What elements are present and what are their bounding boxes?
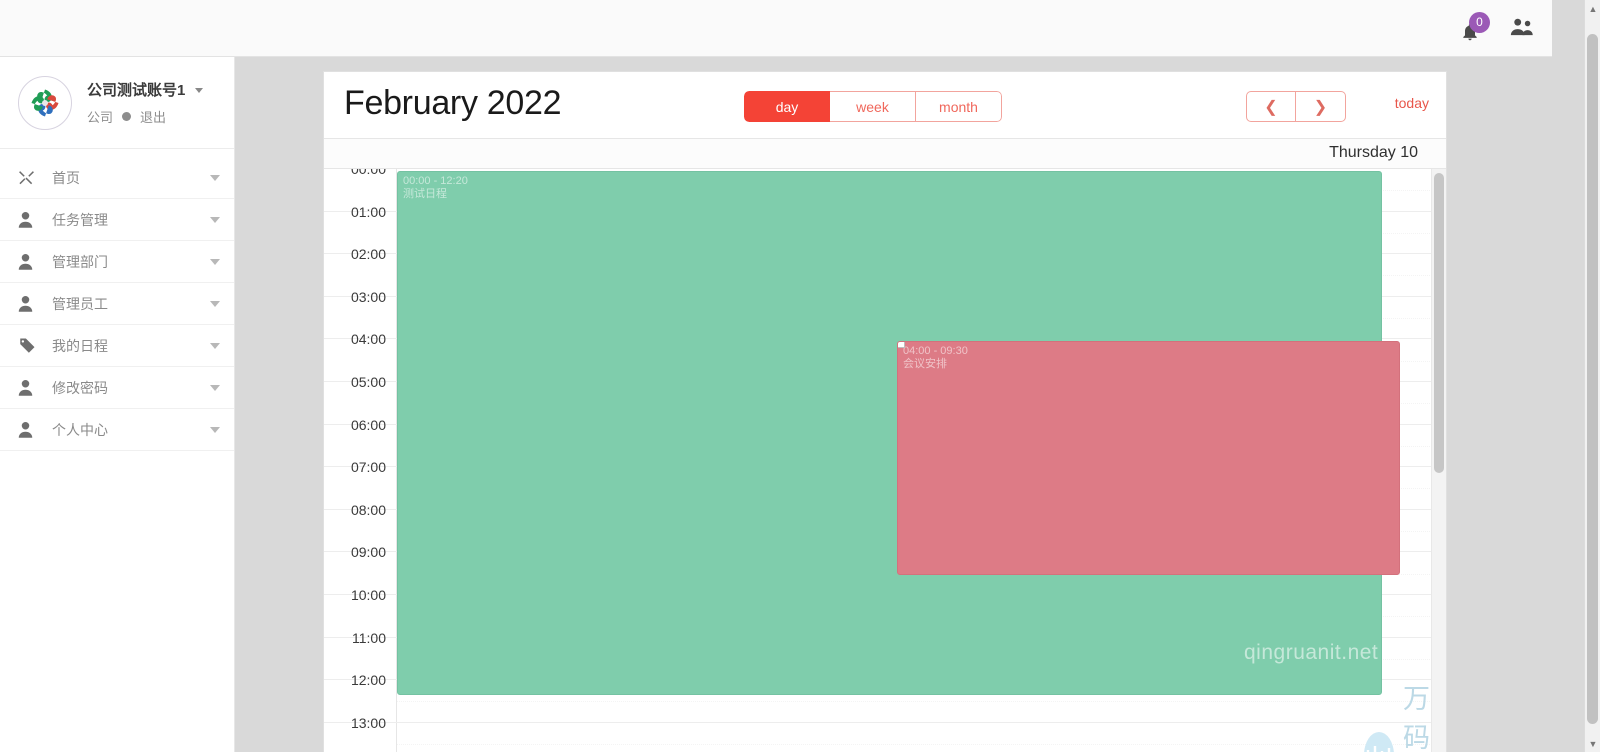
sidebar-menu: 首页 任务管理 管理部门 管理员工 我的日程 修改密码 个人中心 <box>0 157 234 451</box>
hour-label: 01:00 <box>350 203 386 220</box>
hour-label: 00:00 <box>350 169 386 177</box>
tag-icon <box>18 337 40 355</box>
view-switcher: day week month <box>744 91 1002 122</box>
user-icon <box>18 379 40 396</box>
avatar <box>18 75 72 130</box>
chevron-down-icon <box>210 342 220 349</box>
profile-text: 公司测试账号1 公司 退出 <box>87 79 203 126</box>
page-scrollbar[interactable]: ▲ ▼ <box>1584 0 1600 752</box>
user-icon <box>18 253 40 270</box>
chevron-down-icon <box>210 258 220 265</box>
user-icon <box>18 211 40 228</box>
event-time: 00:00 - 12:20 <box>403 175 468 187</box>
hour-label: 02:00 <box>350 246 386 263</box>
hour-label: 06:00 <box>350 416 386 433</box>
profile-block[interactable]: 公司测试账号1 公司 退出 <box>0 57 234 149</box>
calendar-toolbar: February 2022 day week month ❮ ❯ today <box>324 72 1446 138</box>
hour-label: 05:00 <box>350 374 386 390</box>
time-grid: 00:00 01:00 02:00 03:00 04:00 05:00 06:00 07:00… <box>324 169 1446 752</box>
profile-name: 公司测试账号1 <box>87 82 186 99</box>
day-header-row: Thursday 10 <box>324 138 1446 169</box>
profile-role: 公司 <box>87 110 114 125</box>
chevron-down-icon <box>210 426 220 433</box>
hour-label: 10:00 <box>350 587 386 603</box>
hour-label: 12:00 <box>350 672 386 689</box>
hour-label: 09:00 <box>350 544 386 561</box>
date-navigation: ❮ ❯ <box>1246 91 1346 122</box>
hour-label: 11:00 <box>352 629 386 646</box>
chevron-down-icon <box>210 384 220 391</box>
sidebar-item-label: 任务管理 <box>52 211 108 228</box>
event-title: 会议安排 <box>903 358 947 370</box>
sidebar-item-personal-center[interactable]: 个人中心 <box>0 409 234 451</box>
main-content: February 2022 day week month ❮ ❯ today T… <box>235 57 1552 752</box>
calendar-event[interactable]: 04:00 - 09:30 会议安排 <box>897 341 1400 575</box>
next-button[interactable]: ❯ <box>1296 91 1346 122</box>
prev-button[interactable]: ❮ <box>1246 91 1296 122</box>
notification-count-badge: 0 <box>1469 11 1490 33</box>
hour-label: 03:00 <box>350 288 386 305</box>
sidebar-item-label: 管理部门 <box>52 253 108 270</box>
tools-icon <box>18 169 40 186</box>
page-scroll-thumb[interactable] <box>1587 34 1598 724</box>
sidebar-item-label: 首页 <box>52 169 80 186</box>
sidebar-item-label: 修改密码 <box>52 379 108 396</box>
chevron-down-icon <box>194 88 203 93</box>
hour-label: 04:00 <box>350 331 386 348</box>
event-time: 04:00 - 09:30 <box>903 345 968 357</box>
chevron-down-icon <box>210 216 220 223</box>
event-slot-column[interactable]: 00:00 - 12:20 测试日程 04:00 - 09:30 会议安排 <box>397 169 1431 752</box>
hour-label: 07:00 <box>350 459 386 476</box>
company-logo-avatar <box>31 89 59 116</box>
profile-subrow: 公司 退出 <box>87 107 203 126</box>
page-title: February 2022 <box>344 84 562 122</box>
chevron-down-icon <box>210 174 220 181</box>
top-bar: 0 <box>0 0 1552 57</box>
today-button[interactable]: today <box>1395 95 1429 111</box>
profile-name-row[interactable]: 公司测试账号1 <box>87 79 203 100</box>
calendar-scrollbar[interactable]: ▲ ▼ <box>1431 169 1446 752</box>
tab-day[interactable]: day <box>744 91 830 122</box>
sidebar-item-change-password[interactable]: 修改密码 <box>0 367 234 409</box>
calendar-scroll-thumb[interactable] <box>1434 173 1444 473</box>
sidebar-item-label: 我的日程 <box>52 337 108 354</box>
event-title: 测试日程 <box>403 188 447 200</box>
day-header-label: Thursday 10 <box>1329 144 1418 161</box>
page-scroll-up-icon[interactable]: ▲ <box>1585 0 1600 17</box>
hour-label: 08:00 <box>350 501 386 518</box>
tab-week[interactable]: week <box>830 91 916 122</box>
event-resize-handle[interactable] <box>898 342 905 348</box>
sidebar-item-my-schedule[interactable]: 我的日程 <box>0 325 234 367</box>
tab-month[interactable]: month <box>916 91 1002 122</box>
notifications-button[interactable]: 0 <box>1458 11 1490 44</box>
chevron-down-icon <box>210 300 220 307</box>
users-icon[interactable] <box>1510 16 1534 42</box>
user-icon <box>18 421 40 438</box>
sidebar: 公司测试账号1 公司 退出 首页 任务管理 管理部门 管理员工 我的日程 修改密… <box>0 57 235 752</box>
calendar-card: February 2022 day week month ❮ ❯ today T… <box>323 71 1447 752</box>
sidebar-item-label: 个人中心 <box>52 421 108 438</box>
sidebar-item-department-management[interactable]: 管理部门 <box>0 241 234 283</box>
sidebar-item-home[interactable]: 首页 <box>0 157 234 199</box>
sidebar-item-employee-management[interactable]: 管理员工 <box>0 283 234 325</box>
logout-link[interactable]: 退出 <box>140 107 166 126</box>
page-scroll-down-icon[interactable]: ▼ <box>1585 735 1600 752</box>
sidebar-item-task-management[interactable]: 任务管理 <box>0 199 234 241</box>
app-root: 0 公司测试账号1 公司 退出 首页 任务管理 管理部门 管理员工 我的日程 修… <box>0 0 1600 752</box>
time-grid-scroll[interactable]: 00:00 01:00 02:00 03:00 04:00 05:00 06:00 07:00… <box>324 169 1446 752</box>
hour-label: 13:00 <box>350 714 386 731</box>
status-dot-icon <box>122 112 132 121</box>
top-bar-actions: 0 <box>1458 0 1534 57</box>
user-icon <box>18 295 40 312</box>
sidebar-item-label: 管理员工 <box>52 295 108 312</box>
